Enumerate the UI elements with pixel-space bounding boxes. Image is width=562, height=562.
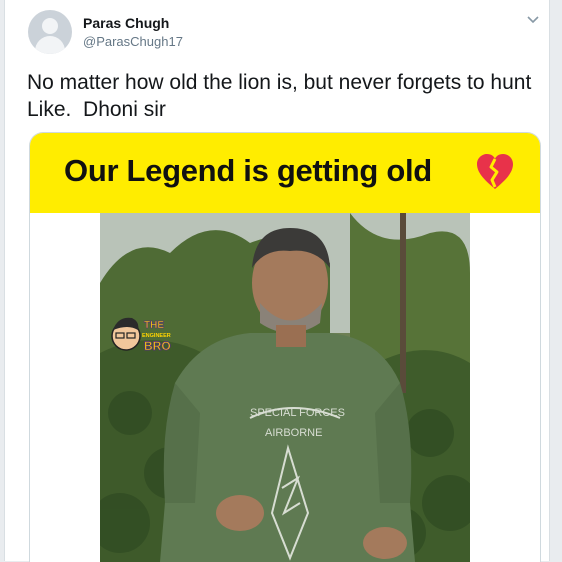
tweet-text-line: Like. Dhoni sir bbox=[27, 98, 166, 121]
media-banner: Our Legend is getting old bbox=[30, 133, 540, 213]
tweet-media[interactable]: Our Legend is getting old SPECIAL FORCES… bbox=[29, 132, 541, 562]
tweet-text-line: No matter how old the lion is, but never… bbox=[27, 71, 532, 94]
watermark-line: BRO bbox=[144, 339, 171, 353]
tweet-card: Paras Chugh @ParasChugh17 No matter how … bbox=[4, 0, 550, 562]
tweet-text: No matter how old the lion is, but never… bbox=[27, 69, 547, 123]
video-frame[interactable]: SPECIAL FORCES AIRBORNE bbox=[100, 213, 470, 562]
watermark-logo: THE ENGINEER BRO bbox=[111, 317, 171, 353]
watermark-line: THE bbox=[144, 320, 164, 331]
user-name[interactable]: Paras Chugh bbox=[83, 15, 169, 31]
avatar[interactable] bbox=[28, 10, 72, 54]
shirt-print-line: SPECIAL FORCES bbox=[250, 407, 345, 419]
chevron-down-icon[interactable] bbox=[525, 14, 541, 26]
banner-text: Our Legend is getting old bbox=[64, 153, 432, 188]
broken-heart-icon bbox=[477, 154, 513, 189]
shirt-print-line: AIRBORNE bbox=[265, 427, 322, 439]
user-handle[interactable]: @ParasChugh17 bbox=[83, 34, 183, 49]
